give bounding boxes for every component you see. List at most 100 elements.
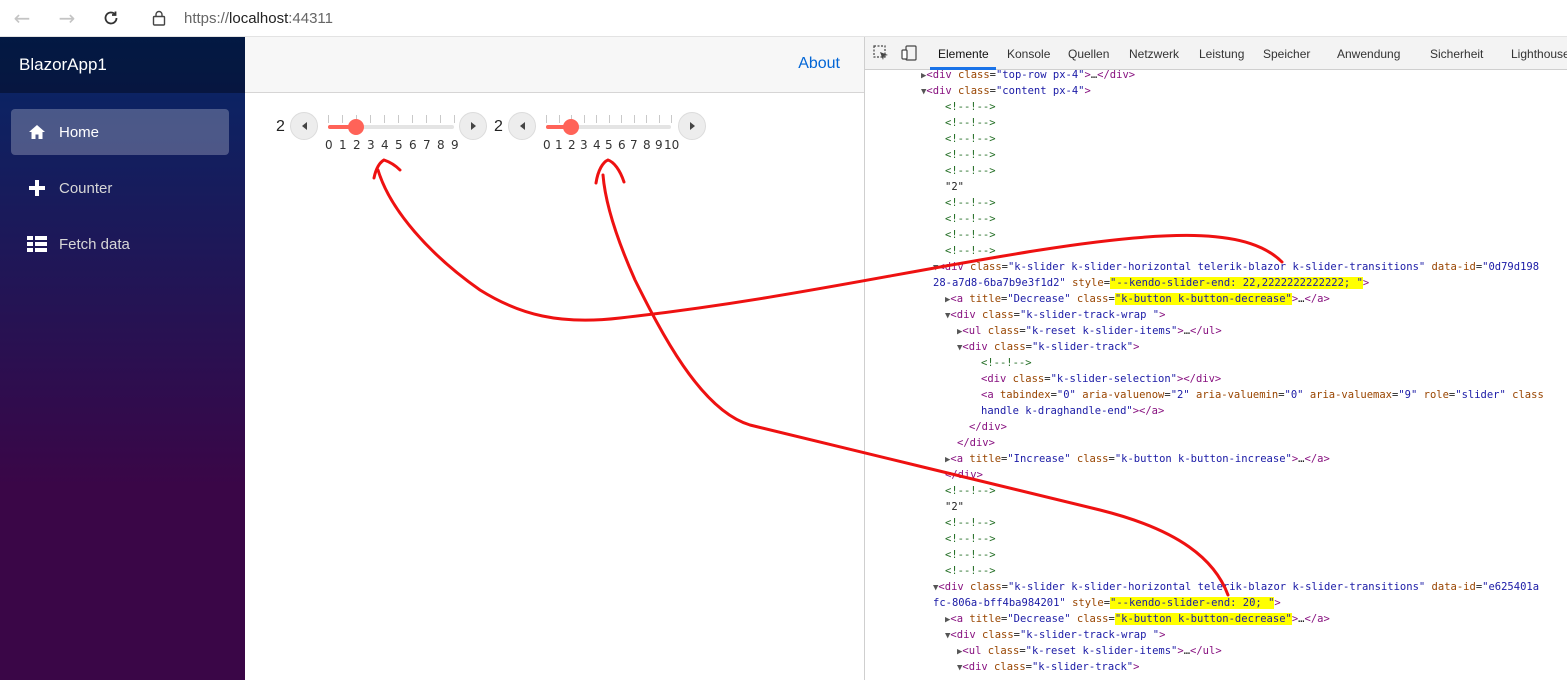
dom-node[interactable]: ▼<div class="k-slider-track"> — [957, 339, 1139, 356]
top-row: About — [245, 37, 864, 93]
dom-comment[interactable]: <!--!--> — [945, 163, 996, 179]
dom-comment[interactable]: <!--!--> — [945, 227, 996, 243]
dom-node[interactable]: </div> — [945, 467, 983, 483]
slider-tick-label: 1 — [339, 138, 347, 152]
dom-node[interactable]: fc-806a-bff4ba984201" style="--kendo-sli… — [933, 595, 1281, 611]
dom-comment[interactable]: <!--!--> — [945, 131, 996, 147]
slider-tick-label: 8 — [437, 138, 445, 152]
slider-tick — [621, 115, 622, 123]
home-icon — [26, 122, 48, 142]
slider-tick — [440, 115, 441, 123]
slider-tick — [546, 115, 547, 123]
about-link[interactable]: About — [798, 55, 840, 73]
main-content: About 2 0123456789 2 0 1 2 3 4 5 6 7 8 9 10 — [245, 37, 864, 680]
dom-node[interactable]: ▼<div class="k-slider-track-wrap "> — [945, 627, 1165, 644]
slider-tick — [370, 115, 371, 123]
dom-node[interactable]: ▶<a title="Increase" class="k-button k-b… — [945, 451, 1330, 468]
dom-node[interactable]: ▼<div class="content px-4"> — [921, 83, 1091, 100]
dom-node[interactable]: ▶<ul class="k-reset k-slider-items">…</u… — [957, 323, 1222, 340]
tab-lighthouse[interactable]: Lighthouse — [1511, 47, 1567, 61]
url-text: https://localhost:44311 — [184, 10, 333, 27]
dom-comment[interactable]: <!--!--> — [945, 99, 996, 115]
dom-comment[interactable]: <!--!--> — [945, 563, 996, 579]
tab-anwendung[interactable]: Anwendung — [1337, 47, 1400, 61]
dom-node[interactable]: ▶<div class="top-row px-4">…</div> — [921, 67, 1135, 84]
device-toolbar-icon[interactable] — [901, 45, 917, 61]
slider-tick-label: 3 — [580, 138, 588, 152]
forward-icon[interactable]: → — [54, 5, 80, 31]
slider-tick — [596, 115, 597, 123]
slider-tick — [412, 115, 413, 123]
sidebar-item-fetch-data[interactable]: Fetch data — [11, 221, 229, 267]
plus-icon — [26, 178, 48, 198]
address-bar[interactable]: https://localhost:44311 — [142, 4, 1567, 32]
slider-tick-label: 6 — [409, 138, 417, 152]
slider-tick — [584, 115, 585, 123]
dom-comment[interactable]: <!--!--> — [945, 547, 996, 563]
dom-comment[interactable]: <!--!--> — [945, 147, 996, 163]
slider-drag-handle[interactable] — [348, 119, 364, 135]
chevron-right-icon — [689, 122, 695, 130]
sidebar-item-home[interactable]: Home — [11, 109, 229, 155]
slider-tick-label: 4 — [593, 138, 601, 152]
slider-value-label: 2 — [494, 118, 503, 135]
slider-decrease-button[interactable] — [508, 112, 536, 140]
slider-tick — [342, 115, 343, 123]
dom-text[interactable]: "2" — [945, 499, 964, 515]
slider-tick — [328, 115, 329, 123]
dom-comment[interactable]: <!--!--> — [945, 211, 996, 227]
slider-decrease-button[interactable] — [290, 112, 318, 140]
slider-tick-label: 3 — [367, 138, 375, 152]
dom-text[interactable]: "2" — [945, 179, 964, 195]
brand-bar: BlazorApp1 — [0, 37, 245, 93]
dom-node[interactable]: 28-a7d8-6ba7b9e3f1d2" style="--kendo-sli… — [933, 275, 1369, 291]
tab-konsole[interactable]: Konsole — [1007, 47, 1050, 61]
dom-node[interactable]: </div> — [969, 419, 1007, 435]
lock-icon[interactable] — [152, 10, 166, 26]
dom-comment[interactable]: <!--!--> — [945, 115, 996, 131]
tab-quellen[interactable]: Quellen — [1068, 47, 1109, 61]
dom-comment[interactable]: <!--!--> — [945, 243, 996, 259]
slider-tick — [559, 115, 560, 123]
dom-node[interactable]: ▼<div class="k-slider k-slider-horizonta… — [933, 579, 1539, 596]
tab-netzwerk[interactable]: Netzwerk — [1129, 47, 1179, 61]
tab-sicherheit[interactable]: Sicherheit — [1430, 47, 1483, 61]
dom-node[interactable]: ▶<a title="Decrease" class="k-button k-b… — [945, 611, 1330, 628]
dom-node[interactable]: ▶<a title="Decrease" class="k-button k-b… — [945, 291, 1330, 308]
dom-node[interactable]: ▼<div class="k-slider-track-wrap "> — [945, 307, 1165, 324]
slider-drag-handle[interactable] — [563, 119, 579, 135]
chevron-right-icon — [470, 122, 476, 130]
dom-comment[interactable]: <!--!--> — [981, 355, 1032, 371]
dom-node[interactable]: <a tabindex="0" aria-valuenow="2" aria-v… — [981, 387, 1544, 403]
sidebar-item-counter[interactable]: Counter — [11, 165, 229, 211]
dom-comment[interactable]: <!--!--> — [945, 515, 996, 531]
devtools-tab-bar: Elemente Konsole Quellen Netzwerk Leistu… — [865, 37, 1567, 70]
dom-comment[interactable]: <!--!--> — [945, 195, 996, 211]
tab-speicher[interactable]: Speicher — [1263, 47, 1310, 61]
slider-tick-label: 5 — [395, 138, 403, 152]
dom-node[interactable]: </div> — [957, 435, 995, 451]
slider-increase-button[interactable] — [678, 112, 706, 140]
slider-tick — [659, 115, 660, 123]
tab-leistung[interactable]: Leistung — [1199, 47, 1244, 61]
dom-comment[interactable]: <!--!--> — [945, 531, 996, 547]
inspect-element-icon[interactable] — [873, 45, 889, 61]
back-icon[interactable]: ← — [9, 5, 35, 31]
tab-elemente[interactable]: Elemente — [938, 47, 989, 61]
reload-icon[interactable] — [98, 5, 124, 31]
slider-tick-label: 0 — [325, 138, 333, 152]
slider-tick-label: 5 — [605, 138, 613, 152]
dom-node[interactable]: handle k-draghandle-end"></a> — [981, 403, 1164, 419]
app-brand[interactable]: BlazorApp1 — [19, 55, 107, 75]
browser-toolbar: ← → https://localhost:44311 — [0, 0, 1567, 37]
slider-tick-label: 7 — [630, 138, 638, 152]
dom-node[interactable]: ▼<div class="k-slider k-slider-horizonta… — [933, 259, 1539, 276]
slider-increase-button[interactable] — [459, 112, 487, 140]
dom-node[interactable]: ▶<ul class="k-reset k-slider-items">…</u… — [957, 643, 1222, 660]
dom-node[interactable]: ▼<div class="k-slider-track"> — [957, 659, 1139, 676]
dom-comment[interactable]: <!--!--> — [945, 483, 996, 499]
dom-node[interactable]: <div class="k-slider-selection"></div> — [981, 371, 1221, 387]
slider-tick — [646, 115, 647, 123]
sidebar-item-label: Counter — [59, 179, 113, 197]
slider-tick — [609, 115, 610, 123]
